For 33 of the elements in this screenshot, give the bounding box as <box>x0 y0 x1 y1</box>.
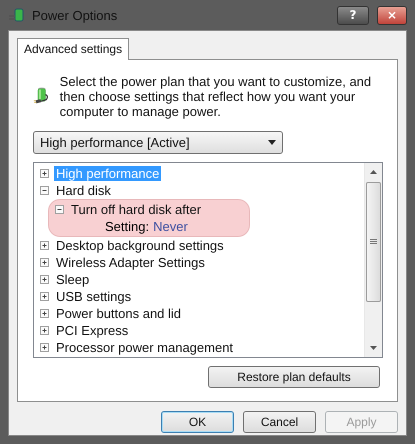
expand-icon[interactable] <box>40 258 49 267</box>
plan-dropdown[interactable]: High performance [Active] <box>33 131 283 154</box>
tab[interactable]: Advanced settings <box>17 38 130 60</box>
restore-defaults-button[interactable]: Restore plan defaults <box>208 366 380 388</box>
setting-label: Setting: <box>105 219 150 234</box>
tree-item[interactable]: Processor power management <box>54 340 236 355</box>
tree-item[interactable]: PCI Express <box>54 323 130 338</box>
expand-icon[interactable] <box>40 343 49 352</box>
tree-item[interactable]: USB settings <box>54 289 134 304</box>
battery-plug-icon <box>8 6 26 24</box>
dropdown-arrow-icon <box>268 140 276 145</box>
expand-icon[interactable] <box>40 292 49 301</box>
expand-icon[interactable] <box>40 241 49 250</box>
tree-item[interactable]: Hard disk <box>54 183 113 198</box>
collapse-icon[interactable] <box>40 186 49 195</box>
description-text: Select the power plan that you want to customize, and then choose settings that reflect how you want your computer to manage power. <box>60 74 372 119</box>
help-button[interactable]: ? <box>337 6 369 24</box>
setting-value[interactable]: Never <box>153 219 188 234</box>
window-title: Power Options <box>32 8 118 22</box>
tree-item[interactable]: Turn off hard disk after <box>69 202 204 217</box>
expand-icon[interactable] <box>40 309 49 318</box>
tree-item[interactable]: Sleep <box>54 272 92 287</box>
scroll-thumb[interactable] <box>366 182 381 302</box>
expand-icon[interactable] <box>40 275 49 284</box>
scrollbar[interactable] <box>364 163 382 357</box>
tree-item[interactable]: Power buttons and lid <box>54 306 184 321</box>
cancel-button[interactable]: Cancel <box>243 411 316 433</box>
tree-item[interactable]: Desktop background settings <box>54 238 226 253</box>
ok-button[interactable]: OK <box>161 411 234 433</box>
expand-icon[interactable] <box>40 169 49 178</box>
collapse-icon[interactable] <box>55 205 64 214</box>
expand-icon[interactable] <box>40 326 49 335</box>
tree-item[interactable]: Wireless Adapter Settings <box>54 255 207 270</box>
